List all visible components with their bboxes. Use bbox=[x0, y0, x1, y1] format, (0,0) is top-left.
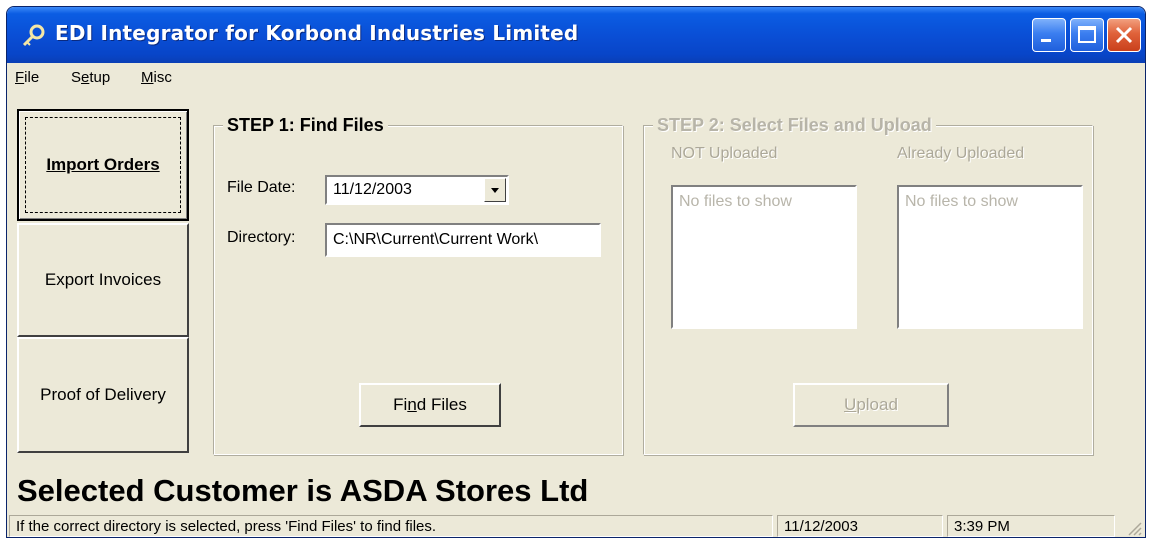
app-key-icon bbox=[22, 24, 45, 47]
empty-list-message: No files to show bbox=[679, 193, 792, 210]
directory-input[interactable]: C:\NR\Current\Current Work\ bbox=[325, 223, 601, 257]
status-message: If the correct directory is selected, pr… bbox=[9, 515, 773, 537]
size-grip-icon[interactable] bbox=[1125, 519, 1143, 537]
sidebar-item-label: Proof of Delivery bbox=[40, 385, 166, 404]
close-icon bbox=[1115, 26, 1133, 44]
directory-label: Directory: bbox=[227, 229, 296, 246]
maximize-button[interactable] bbox=[1070, 18, 1104, 52]
window-title: EDI Integrator for Korbond Industries Li… bbox=[55, 21, 579, 45]
find-files-prefix: Fi bbox=[393, 395, 408, 414]
minimize-icon bbox=[1041, 39, 1051, 42]
file-date-dropdown[interactable]: 11/12/2003 bbox=[325, 175, 509, 205]
already-uploaded-label: Already Uploaded bbox=[897, 145, 1025, 162]
menu-misc[interactable]: Misc bbox=[141, 69, 172, 86]
menu-bar: File Setup Misc bbox=[7, 63, 1145, 91]
menu-file-mnemonic: F bbox=[15, 69, 25, 86]
upload-label: pload bbox=[856, 395, 898, 414]
menu-file-label: ile bbox=[24, 69, 40, 86]
menu-misc-label: isc bbox=[153, 69, 172, 86]
find-files-mnemonic: n bbox=[407, 395, 417, 414]
menu-misc-mnemonic: M bbox=[141, 69, 154, 86]
selected-customer-banner: Selected Customer is ASDA Stores Ltd bbox=[17, 473, 589, 508]
title-bar[interactable]: EDI Integrator for Korbond Industries Li… bbox=[7, 7, 1145, 63]
file-date-value: 11/12/2003 bbox=[333, 181, 412, 198]
status-time: 3:39 PM bbox=[947, 515, 1115, 537]
not-uploaded-list[interactable]: No files to show bbox=[671, 185, 857, 329]
menu-setup[interactable]: Setup bbox=[71, 69, 110, 86]
dropdown-button[interactable] bbox=[484, 178, 506, 202]
find-files-label: d Files bbox=[416, 395, 467, 414]
sidebar-item-export-invoices[interactable]: Export Invoices bbox=[17, 223, 189, 337]
upload-mnemonic: U bbox=[844, 395, 857, 414]
not-uploaded-label: NOT Uploaded bbox=[671, 145, 778, 162]
close-button[interactable] bbox=[1107, 18, 1141, 52]
upload-button[interactable]: Upload bbox=[793, 383, 949, 427]
minimize-button[interactable] bbox=[1032, 18, 1066, 52]
step2-title: STEP 2: Select Files and Upload bbox=[653, 115, 936, 136]
status-bar: If the correct directory is selected, pr… bbox=[7, 513, 1145, 537]
app-window: EDI Integrator for Korbond Industries Li… bbox=[6, 6, 1146, 538]
step1-title: STEP 1: Find Files bbox=[223, 115, 388, 136]
focus-rectangle bbox=[25, 117, 181, 213]
find-files-button[interactable]: Fi n d Files bbox=[359, 383, 501, 427]
maximize-icon bbox=[1078, 26, 1096, 43]
file-date-label: File Date: bbox=[227, 179, 296, 196]
sidebar-item-proof-of-delivery[interactable]: Proof of Delivery bbox=[17, 337, 189, 453]
sidebar-item-import-orders[interactable]: Import Orders bbox=[17, 109, 189, 221]
dropdown-arrow-icon bbox=[491, 188, 499, 193]
menu-setup-label: tup bbox=[89, 69, 111, 86]
empty-list-message: No files to show bbox=[905, 193, 1018, 210]
already-uploaded-list[interactable]: No files to show bbox=[897, 185, 1083, 329]
status-date: 11/12/2003 bbox=[777, 515, 943, 537]
menu-setup-prefix: S bbox=[71, 69, 82, 86]
menu-file[interactable]: File bbox=[15, 69, 39, 86]
directory-value: C:\NR\Current\Current Work\ bbox=[333, 231, 539, 248]
sidebar-item-label: Export Invoices bbox=[44, 270, 162, 289]
